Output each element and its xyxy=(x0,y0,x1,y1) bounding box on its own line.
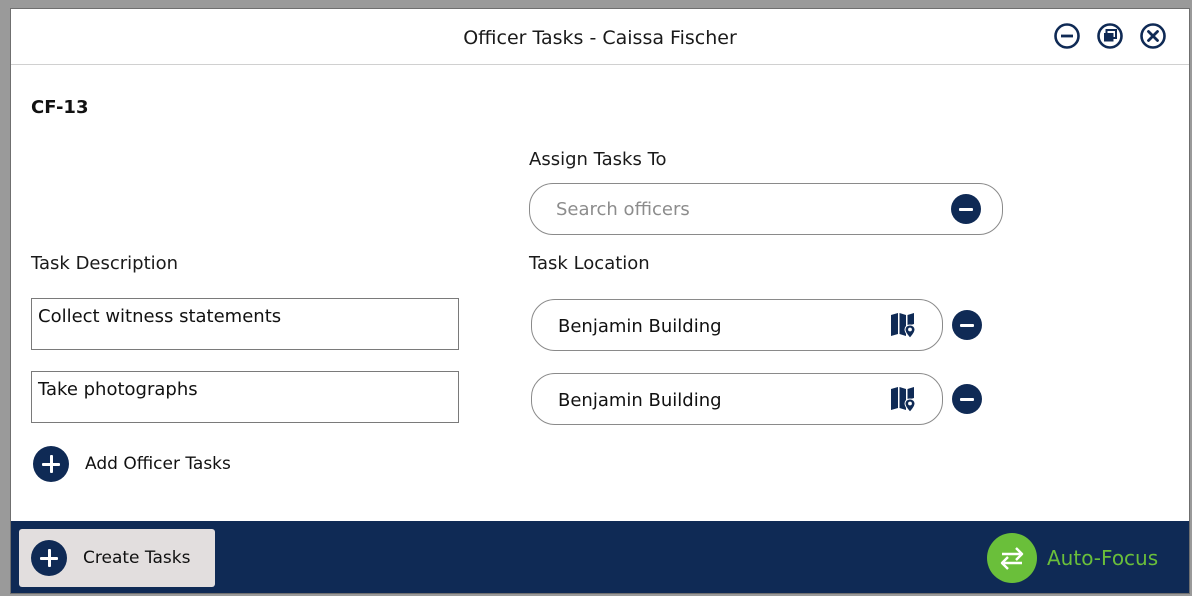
assign-tasks-label: Assign Tasks To xyxy=(529,149,667,170)
task-description-label: Task Description xyxy=(31,253,179,274)
task-description-input[interactable]: Take photographs xyxy=(31,371,459,423)
task-location-value: Benjamin Building xyxy=(558,390,722,411)
swap-arrows-icon xyxy=(987,533,1037,583)
auto-focus-button[interactable]: Auto-Focus xyxy=(987,533,1181,583)
add-officer-tasks-label: Add Officer Tasks xyxy=(85,454,231,474)
create-tasks-button[interactable]: Create Tasks xyxy=(19,529,215,587)
window-title: Officer Tasks - Caissa Fischer xyxy=(463,27,737,49)
restore-icon[interactable] xyxy=(1096,22,1124,50)
close-icon[interactable] xyxy=(1139,22,1167,50)
task-location-field[interactable]: Benjamin Building xyxy=(531,373,943,425)
title-bar: Officer Tasks - Caissa Fischer xyxy=(11,9,1189,65)
auto-focus-label: Auto-Focus xyxy=(1047,546,1159,570)
officer-tasks-window: Officer Tasks - Caissa Fischer CF-13 Ass… xyxy=(10,8,1190,594)
remove-task-button[interactable] xyxy=(952,384,982,414)
map-pin-icon[interactable] xyxy=(888,310,918,340)
search-officers-placeholder: Search officers xyxy=(556,199,690,220)
task-description-input[interactable]: Collect witness statements xyxy=(31,298,459,350)
minimize-icon[interactable] xyxy=(1053,22,1081,50)
footer-bar: Create Tasks Auto-Focus xyxy=(11,521,1189,593)
plus-icon xyxy=(31,540,67,576)
case-id: CF-13 xyxy=(31,97,89,118)
plus-icon xyxy=(33,446,69,482)
clear-officers-button[interactable] xyxy=(951,194,981,224)
task-location-label: Task Location xyxy=(529,253,650,274)
create-tasks-label: Create Tasks xyxy=(83,548,191,568)
task-location-value: Benjamin Building xyxy=(558,316,722,337)
search-officers-input[interactable]: Search officers xyxy=(529,183,1003,235)
map-pin-icon[interactable] xyxy=(888,384,918,414)
remove-task-button[interactable] xyxy=(952,310,982,340)
task-location-field[interactable]: Benjamin Building xyxy=(531,299,943,351)
